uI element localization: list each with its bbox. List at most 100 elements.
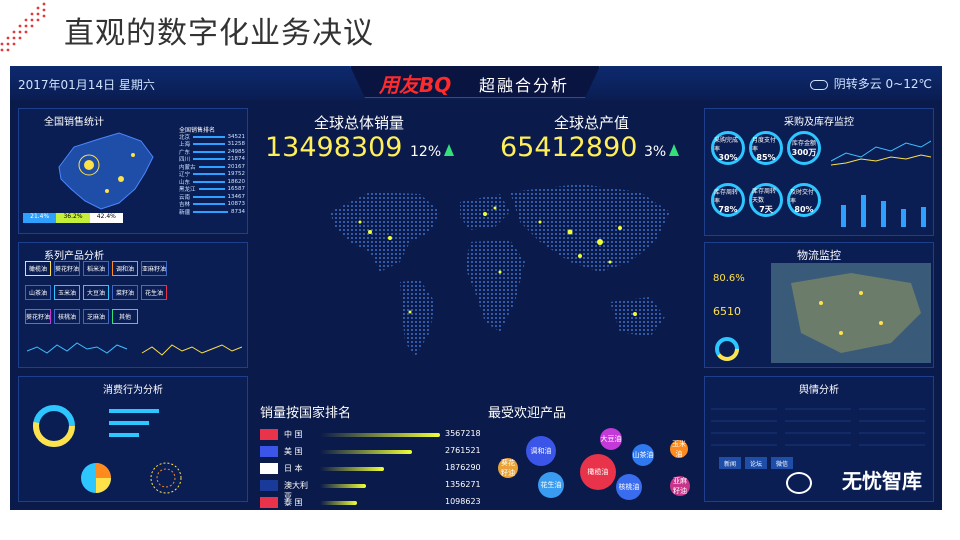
ranking-bar: [198, 165, 225, 168]
kpi-value: 7天: [759, 204, 773, 214]
product-chip[interactable]: 稻米油: [83, 261, 109, 276]
country-bar: [320, 467, 384, 471]
opinion-tab[interactable]: 微信: [771, 457, 793, 469]
weather-text: 阴转多云 0~12℃: [833, 77, 932, 91]
up-arrow-icon: [669, 144, 680, 156]
brand-banner: 用友BQ 超融合分析: [350, 66, 600, 98]
kpi-value: 300万: [791, 148, 817, 157]
kpi-label: 库存周转天数: [752, 187, 777, 204]
legend-pct-1: 21.4%: [23, 213, 57, 223]
country-value: 1098623: [445, 497, 481, 506]
product-bubble[interactable]: 玉米油: [670, 440, 688, 458]
logistics-map: [771, 263, 931, 363]
logistics-pct: 80.6%: [713, 273, 745, 284]
purchase-bar-chart: [841, 195, 926, 227]
ranking-value: 20167: [227, 163, 246, 170]
country-value: 3567218: [445, 429, 481, 438]
ranking-row: 新疆 8734: [179, 208, 245, 216]
ranking-value: 19752: [227, 171, 246, 178]
popular-products-title: 最受欢迎产品: [488, 406, 567, 421]
flag-icon: [260, 497, 278, 508]
product-chip[interactable]: 花生油: [141, 285, 167, 300]
product-chip[interactable]: 葵花籽油: [25, 309, 51, 324]
country-bar: [320, 433, 440, 437]
product-chip[interactable]: 其他: [112, 309, 138, 324]
product-chip[interactable]: 亚麻籽油: [141, 261, 167, 276]
flag-icon: [260, 446, 278, 457]
product-bubble[interactable]: 核桃油: [616, 474, 642, 500]
opinion-tab[interactable]: 论坛: [745, 457, 767, 469]
product-chip[interactable]: 大豆油: [83, 285, 109, 300]
cloud-icon: [809, 79, 828, 90]
flag-icon: [260, 463, 278, 474]
country-row: 澳大利亚 1356271: [260, 479, 490, 501]
ranking-value: 16587: [227, 186, 246, 193]
country-ranking-title: 销量按国家排名: [260, 406, 352, 421]
country-name: 美 国: [284, 447, 303, 456]
flag-icon: [260, 480, 278, 491]
world-map: [330, 184, 670, 357]
ranking-value: 18620: [227, 178, 246, 185]
flag-icon: [260, 429, 278, 440]
country-row: 美 国 2761521: [260, 445, 490, 459]
product-bubble[interactable]: 亚麻籽油: [670, 476, 690, 496]
ranking-bar: [193, 173, 225, 176]
purchase-line-chart: [831, 140, 931, 166]
watermark: 无忧智库: [842, 469, 922, 493]
product-bubble[interactable]: 花生油: [538, 472, 564, 498]
opinion-tables: [711, 408, 925, 446]
kpi-value: 80%: [794, 204, 814, 214]
ranking-bar: [193, 135, 225, 138]
weather-widget: 阴转多云 0~12℃: [809, 75, 932, 92]
up-arrow-icon: [444, 144, 455, 156]
series-trend-chart: [27, 342, 242, 356]
consumer-radial: [150, 462, 182, 494]
product-bubble[interactable]: 橄榄油: [580, 454, 616, 490]
kpi-label: 库存周转率: [714, 188, 739, 205]
ranking-bar: [193, 150, 225, 153]
ranking-value: 31258: [227, 141, 246, 148]
product-chip[interactable]: 橄榄油: [25, 261, 51, 276]
ranking-name: 新疆: [179, 209, 191, 216]
product-chip[interactable]: 核桃油: [54, 309, 80, 324]
legend-pct-3: 42.4%: [89, 213, 123, 223]
ranking-bar: [193, 210, 228, 213]
product-chip[interactable]: 芝麻油: [83, 309, 109, 324]
kpi-ring: 月度支付率 85%: [749, 131, 783, 165]
brand-subtitle: 超融合分析: [479, 76, 570, 95]
kpi-ring: 库存金额 300万: [787, 131, 821, 165]
kpi-value: 85%: [756, 152, 776, 162]
dashboard-header: 2017年01月14日 星期六 用友BQ 超融合分析 阴转多云 0~12℃: [10, 66, 942, 100]
region-legend: 21.4% 36.2% 42.4%: [23, 213, 123, 223]
product-bubble[interactable]: 调和油: [526, 436, 556, 466]
product-chip[interactable]: 山茶油: [25, 285, 51, 300]
ranking-value: 24985: [227, 148, 246, 155]
china-map: [58, 132, 154, 210]
kpi-label: 采购完成率: [714, 136, 739, 153]
country-value: 1876290: [445, 463, 481, 472]
country-row: 中 国 3567218: [260, 428, 490, 442]
product-chip[interactable]: 菜籽油: [112, 285, 138, 300]
sales-title: 全球总体销量: [314, 114, 405, 132]
sales-stats-panel: 全国销售统计 全国销售排名 北京 34521 上海 31258 广东 24985 四川 218…: [18, 108, 248, 234]
decorative-dots: [0, 2, 46, 52]
product-chip[interactable]: 葵花籽油: [54, 261, 80, 276]
panel-title: 物流监控: [797, 249, 841, 262]
ranking-value: 13467: [227, 193, 246, 200]
sales-pct-text: 12%: [410, 144, 442, 160]
product-bubble[interactable]: 大豆油: [600, 428, 622, 450]
output-pct: 3%: [644, 144, 680, 160]
panel-title: 采购及库存监控: [784, 117, 854, 128]
opinion-tab[interactable]: 新闻: [719, 457, 741, 469]
kpi-value: 30%: [718, 152, 738, 162]
country-bar: [320, 501, 358, 505]
ranking-bar: [193, 180, 225, 183]
product-chip[interactable]: 玉米油: [54, 285, 80, 300]
consumer-pie: [81, 463, 111, 493]
product-bubble[interactable]: 山茶油: [632, 444, 654, 466]
country-bar: [320, 450, 413, 454]
product-chip[interactable]: 调和油: [112, 261, 138, 276]
output-value: 65412890: [500, 132, 638, 163]
ranking-bar: [193, 203, 225, 206]
product-bubble[interactable]: 葵花籽油: [498, 458, 518, 478]
